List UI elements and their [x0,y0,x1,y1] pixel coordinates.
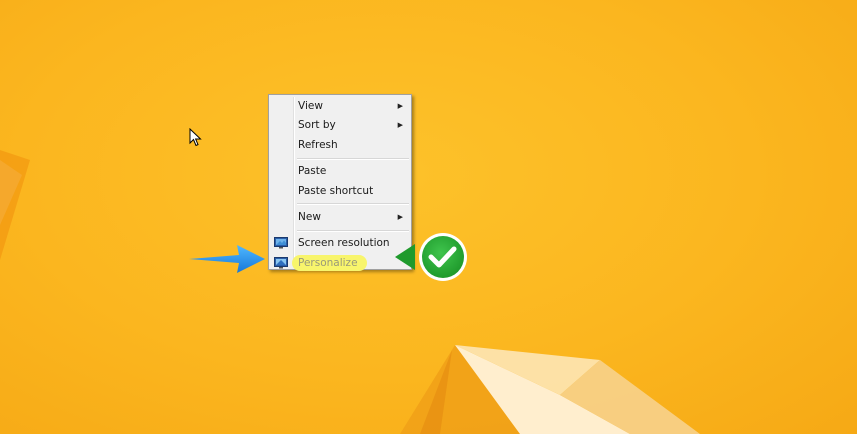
menu-item-label: View [298,100,323,112]
menu-item-screen-resolution[interactable]: Screen resolution [269,234,411,253]
menu-item-refresh[interactable]: Refresh [269,136,411,155]
submenu-arrow-icon: ▶ [397,102,403,110]
menu-item-view[interactable]: View ▶ [269,97,411,116]
desktop-background[interactable]: View ▶ Sort by ▶ Refresh Paste Paste sho… [0,0,857,434]
menu-item-new[interactable]: New ▶ [269,208,411,227]
menu-separator [297,157,409,160]
desktop-context-menu: View ▶ Sort by ▶ Refresh Paste Paste sho… [268,94,412,273]
menu-item-label: Sort by [298,119,336,132]
wallpaper-shape-left [0,150,700,434]
menu-item-label: Refresh [298,138,338,151]
menu-item-personalize[interactable]: Personalize [269,254,411,273]
submenu-arrow-icon: ▶ [397,212,403,221]
monitor-icon [274,237,288,249]
menu-item-label-highlighted: Personalize [292,254,367,271]
menu-item-label: Paste shortcut [298,184,374,197]
submenu-arrow-icon: ▶ [397,121,403,130]
menu-item-sort-by[interactable]: Sort by ▶ [269,116,411,135]
checkmark-icon [395,233,467,281]
pointer-arrow-icon [189,245,265,273]
monitor-icon [274,256,288,269]
menu-item-paste-shortcut[interactable]: Paste shortcut [269,182,411,201]
menu-item-label: Screen resolution [298,237,390,250]
menu-item-label: New [298,210,321,223]
menu-item-label: Paste [298,165,327,178]
mouse-cursor-icon [189,128,202,147]
menu-item-paste[interactable]: Paste [269,162,411,181]
menu-separator [297,203,409,206]
